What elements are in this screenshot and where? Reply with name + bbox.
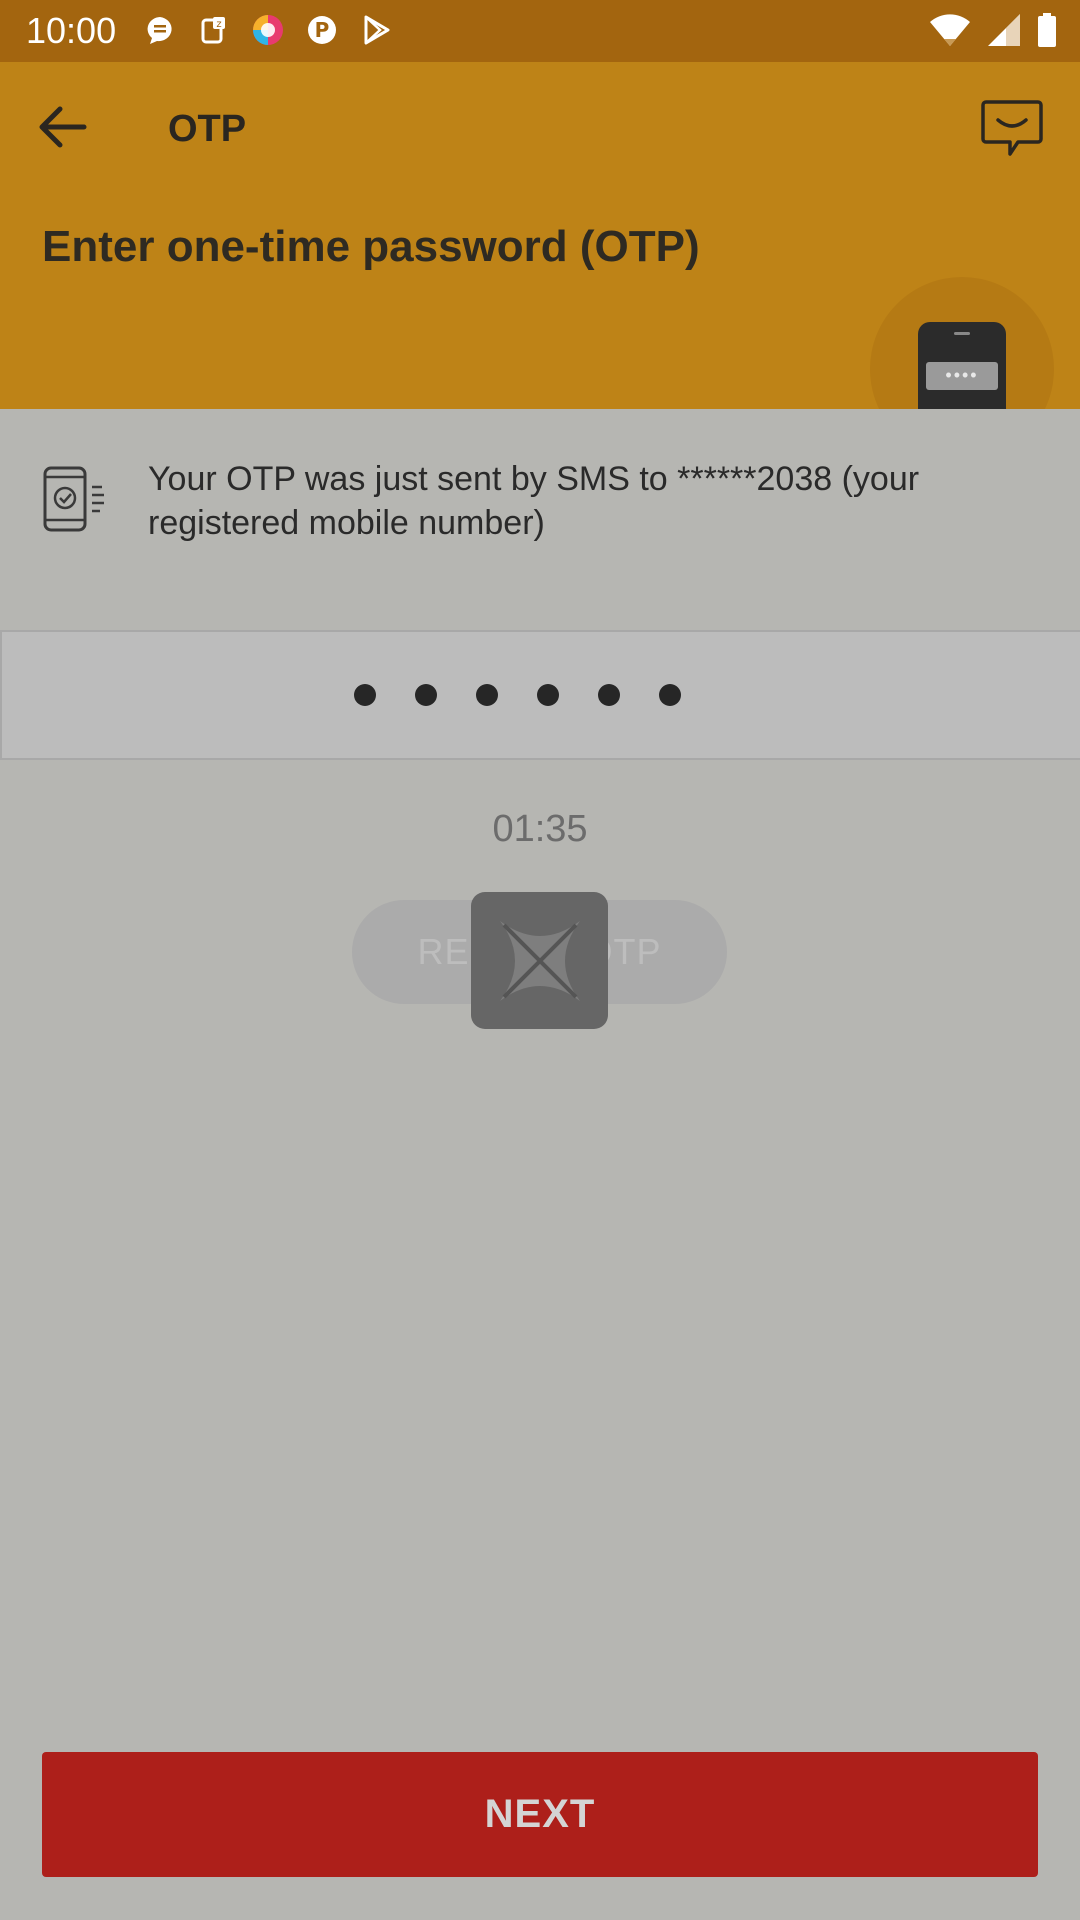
otp-timer: 01:35 xyxy=(492,808,588,850)
status-bar: 10:00 z P xyxy=(0,0,1080,62)
otp-dot xyxy=(476,684,498,706)
p-app-icon: P xyxy=(304,12,340,48)
colorful-ball-icon xyxy=(250,12,286,48)
otp-dot xyxy=(537,684,559,706)
otp-dot xyxy=(598,684,620,706)
headline: Enter one-time password (OTP) xyxy=(42,222,700,271)
loading-indicator xyxy=(471,892,608,1029)
play-store-icon xyxy=(358,12,394,48)
svg-text:P: P xyxy=(315,18,330,42)
document-icon: z xyxy=(196,12,232,48)
phone-illustration: •••• xyxy=(918,322,1006,409)
wifi-icon xyxy=(928,12,972,53)
chat-button[interactable] xyxy=(980,98,1044,160)
back-button[interactable] xyxy=(34,102,94,152)
phone-check-icon xyxy=(42,465,108,535)
header: OTP Enter one-time password (OTP) •••• xyxy=(0,62,1080,409)
otp-dot xyxy=(415,684,437,706)
sms-info: Your OTP was just sent by SMS to ******2… xyxy=(0,409,1080,579)
otp-dots xyxy=(354,684,681,706)
svg-text:z: z xyxy=(216,19,221,30)
status-time: 10:00 xyxy=(26,10,117,51)
chat-bubble-icon xyxy=(142,12,178,48)
chat-smile-icon xyxy=(981,100,1043,156)
signal-icon xyxy=(986,12,1022,53)
phone-screen-message: •••• xyxy=(926,362,998,390)
x-spinner-icon xyxy=(499,920,580,1001)
sms-info-text: Your OTP was just sent by SMS to ******2… xyxy=(148,460,920,542)
next-button[interactable]: NEXT xyxy=(42,1752,1038,1877)
page-title: OTP xyxy=(168,108,247,150)
battery-icon xyxy=(1036,12,1058,53)
otp-dot xyxy=(354,684,376,706)
phone-speaker xyxy=(954,332,970,335)
arrow-left-icon xyxy=(39,106,87,148)
otp-input[interactable] xyxy=(0,630,1080,760)
otp-dot xyxy=(659,684,681,706)
